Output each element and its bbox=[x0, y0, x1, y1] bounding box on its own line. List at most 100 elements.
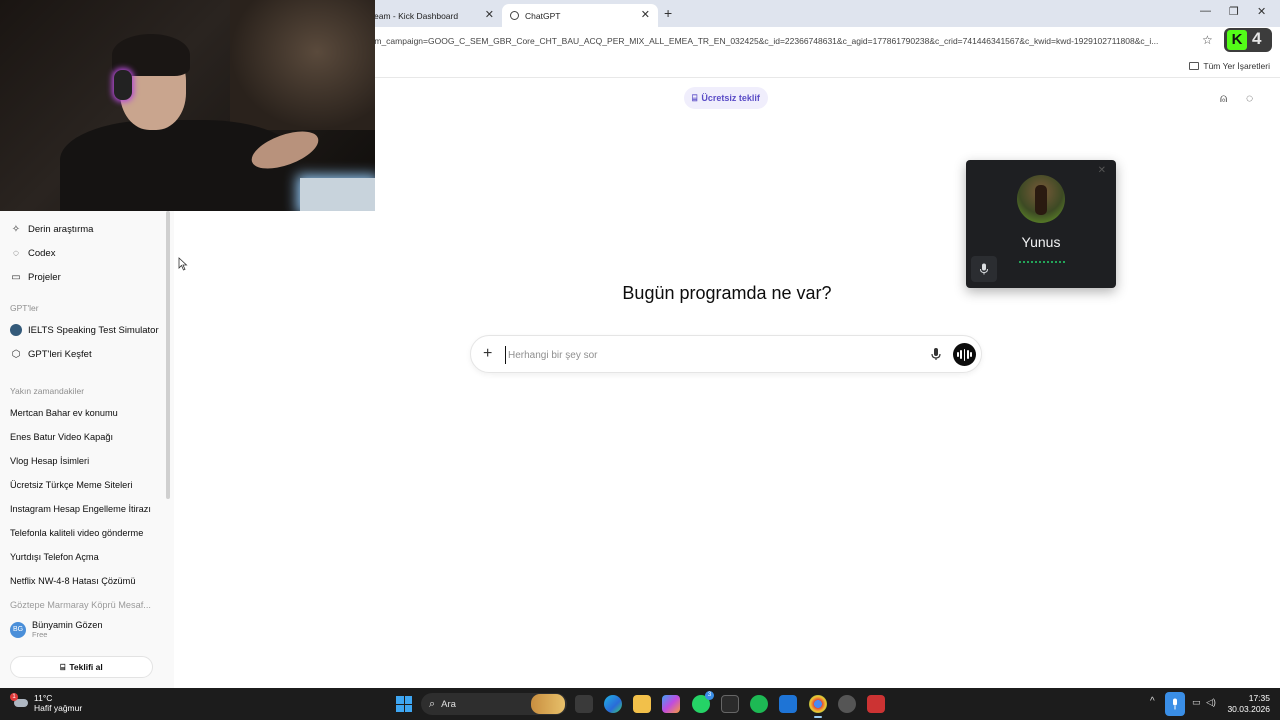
voice-mode-button[interactable] bbox=[953, 343, 976, 366]
settings-icon[interactable] bbox=[838, 695, 856, 713]
clock-time: 17:35 bbox=[1248, 693, 1270, 703]
minimize-icon[interactable]: — bbox=[1200, 5, 1211, 17]
store-icon[interactable] bbox=[721, 695, 739, 713]
all-bookmarks[interactable]: Tüm Yer İşaretleri bbox=[1189, 61, 1270, 71]
sidebar-item-deep-research[interactable]: ✧ Derin araştırma bbox=[10, 223, 94, 235]
caller-name: Yunus bbox=[1021, 234, 1061, 250]
waveform-icon bbox=[960, 350, 963, 359]
sidebar-item-ielts[interactable]: IELTS Speaking Test Simulator bbox=[10, 324, 159, 336]
user-name: Bünyamin Gözen bbox=[32, 620, 103, 630]
cube-icon: ⬡ bbox=[11, 348, 21, 360]
plus-icon[interactable]: + bbox=[483, 345, 492, 363]
call-mute-button[interactable] bbox=[971, 256, 997, 282]
voice-call-popup: ✕ Yunus bbox=[966, 160, 1116, 288]
chat-history-item[interactable]: Enes Batur Video Kapağı bbox=[10, 432, 113, 442]
edge-icon[interactable] bbox=[604, 695, 622, 713]
network-icon[interactable]: ▭ bbox=[1192, 697, 1201, 708]
caller-avatar bbox=[1017, 175, 1065, 223]
codex-icon: ◌ bbox=[13, 247, 19, 259]
search-highlight-icon bbox=[531, 694, 565, 714]
gpts-section-title: GPT'ler bbox=[10, 303, 39, 313]
chat-history-item[interactable]: Vlog Hesap İsimleri bbox=[10, 456, 89, 466]
microphone-in-use-icon[interactable] bbox=[1165, 692, 1185, 716]
get-offer-button[interactable]: ⌸ Teklifi al bbox=[10, 656, 153, 678]
chat-history-item[interactable]: Instagram Hesap Engelleme İtirazı bbox=[10, 504, 151, 514]
file-explorer-icon[interactable] bbox=[633, 695, 651, 713]
mail-icon[interactable] bbox=[779, 695, 797, 713]
task-view-icon[interactable] bbox=[575, 695, 593, 713]
close-tab-icon[interactable]: ✕ bbox=[641, 8, 650, 21]
chat-history-item[interactable]: Netflix NW-4-8 Hatası Çözümü bbox=[10, 576, 135, 586]
temporary-chat-icon[interactable]: ◌ bbox=[1246, 91, 1253, 105]
chevron-up-icon[interactable]: ^ bbox=[1150, 696, 1155, 707]
sidebar-item-explore-gpts[interactable]: ⬡ GPT'leri Keşfet bbox=[10, 348, 92, 360]
chatgpt-favicon-icon bbox=[510, 11, 519, 20]
all-bookmarks-label: Tüm Yer İşaretleri bbox=[1203, 61, 1270, 71]
add-user-icon[interactable]: ⍝ bbox=[1220, 91, 1227, 106]
sidebar-item-label: Codex bbox=[28, 247, 56, 259]
copilot-icon[interactable] bbox=[662, 695, 680, 713]
chat-history-item[interactable]: Ücretsiz Türkçe Meme Siteleri bbox=[10, 480, 132, 490]
taskbar-search[interactable]: ⌕ Ara bbox=[421, 693, 567, 715]
page-title: Bugün programda ne var? bbox=[622, 283, 832, 303]
sidebar-item-projects[interactable]: ▭ Projeler bbox=[10, 271, 61, 283]
cloud-rain-icon: 1 bbox=[10, 693, 28, 710]
prompt-composer: + bbox=[470, 335, 982, 373]
waveform-icon bbox=[957, 352, 959, 357]
weather-temperature: 11°C bbox=[34, 693, 53, 703]
snipping-tool-icon[interactable] bbox=[867, 695, 885, 713]
volume-icon[interactable]: ◁) bbox=[1206, 697, 1216, 708]
gift-icon: ⌸ bbox=[60, 661, 66, 672]
close-window-icon[interactable]: ✕ bbox=[1257, 5, 1266, 18]
ielts-avatar-icon bbox=[10, 324, 22, 336]
headset-icon bbox=[114, 70, 132, 100]
waveform-icon bbox=[966, 350, 969, 359]
user-profile[interactable]: BG Bünyamin Gözen Free bbox=[10, 620, 102, 639]
chat-history-item[interactable]: Yurtdışı Telefon Açma bbox=[10, 552, 99, 562]
chat-history-item[interactable]: Telefonla kaliteli video gönderme bbox=[10, 528, 143, 538]
webcam-keyboard bbox=[300, 178, 375, 211]
whatsapp-icon[interactable]: 3 bbox=[692, 691, 714, 713]
new-tab-icon[interactable]: + bbox=[664, 5, 672, 21]
webcam-overlay bbox=[0, 0, 375, 211]
spotify-icon[interactable] bbox=[750, 695, 768, 713]
sidebar-item-codex[interactable]: ◌ Codex bbox=[10, 247, 55, 259]
free-offer-button[interactable]: ⌸ Ücretsiz teklif bbox=[684, 87, 768, 109]
weather-description: Hafif yağmur bbox=[34, 703, 83, 713]
microphone-icon[interactable] bbox=[929, 347, 943, 361]
extension-count: 4 bbox=[1252, 29, 1262, 48]
webcam-background bbox=[230, 0, 375, 130]
microphone-icon bbox=[980, 263, 988, 275]
notification-badge: 1 bbox=[10, 693, 18, 701]
telescope-icon: ✧ bbox=[11, 223, 21, 235]
free-offer-label: Ücretsiz teklif bbox=[701, 93, 760, 103]
close-tab-icon[interactable]: ✕ bbox=[485, 8, 494, 21]
notification-badge: 3 bbox=[705, 691, 714, 700]
chat-history-item[interactable]: Göztepe Marmaray Köprü Mesaf... bbox=[10, 600, 151, 610]
chat-history-item[interactable]: Mertcan Bahar ev konumu bbox=[10, 408, 118, 418]
waveform-icon bbox=[970, 352, 972, 357]
restore-icon[interactable]: ❐ bbox=[1229, 5, 1239, 18]
recent-section-title: Yakın zamandakiler bbox=[10, 386, 85, 396]
kick-extension[interactable]: K 4 bbox=[1224, 28, 1272, 52]
weather-widget[interactable]: 1 11°C Hafif yağmur bbox=[10, 693, 83, 713]
get-offer-label: Teklifi al bbox=[69, 662, 103, 672]
search-icon: ⌕ bbox=[429, 697, 436, 710]
chrome-icon[interactable] bbox=[809, 695, 827, 718]
sidebar-item-label: Projeler bbox=[28, 271, 61, 283]
folder-icon bbox=[1189, 62, 1200, 70]
tab-label: eam - Kick Dashboard bbox=[374, 10, 459, 21]
system-clock[interactable]: 17:35 30.03.2026 bbox=[1222, 693, 1270, 715]
prompt-input[interactable] bbox=[505, 346, 915, 364]
windows-start-icon[interactable] bbox=[396, 696, 412, 712]
url-field[interactable]: tm_campaign=GOOG_C_SEM_GBR_Core_CHT_BAU_… bbox=[372, 36, 1194, 46]
gift-icon: ⌸ bbox=[692, 92, 698, 103]
tab-chatgpt[interactable]: ChatGPT ✕ bbox=[502, 4, 658, 27]
clock-date: 30.03.2026 bbox=[1227, 704, 1270, 714]
sidebar-scrollbar[interactable] bbox=[166, 211, 170, 499]
mouse-cursor-icon bbox=[178, 257, 188, 271]
close-icon[interactable]: ✕ bbox=[1098, 165, 1106, 176]
microphone-icon bbox=[1173, 698, 1177, 710]
bookmark-star-icon[interactable]: ☆ bbox=[1202, 33, 1213, 47]
tab-kick-dashboard[interactable]: eam - Kick Dashboard ✕ bbox=[366, 4, 502, 27]
